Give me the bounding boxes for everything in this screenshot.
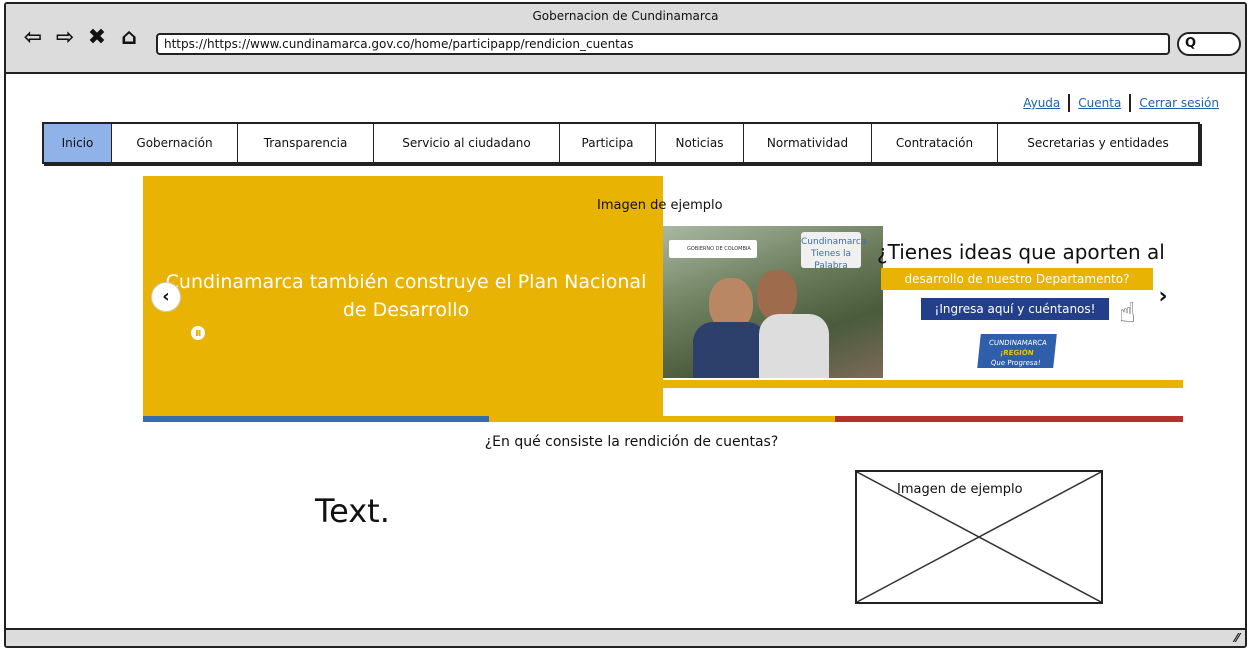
logout-link[interactable]: Cerrar sesión [1139, 96, 1219, 110]
divider [1068, 94, 1071, 112]
cundinamarca-logo: CUNDINAMARCA ¡REGIÓN Que Progresa! [977, 334, 1057, 368]
gov-badge: GOBIERNO DE COLOMBIA [669, 240, 757, 258]
search-icon: Q [1185, 36, 1197, 51]
window-title: Gobernacion de Cundinamarca [532, 9, 719, 23]
main-navigation: Inicio Gobernación Transparencia Servici… [42, 122, 1200, 164]
logo-line-1: CUNDINAMARCA [988, 339, 1048, 347]
banner-photo: GOBIERNO DE COLOMBIA Cundinamarca Tienes… [663, 226, 883, 378]
person-1-body [693, 322, 767, 378]
nav-item-secretarias[interactable]: Secretarias y entidades [998, 124, 1198, 162]
pointer-hand-icon: ☝ [1119, 296, 1137, 329]
divider [1129, 94, 1132, 112]
browser-window: Gobernacion de Cundinamarca ⇦ ⇨ ✖ ⌂ http… [4, 2, 1247, 648]
banner-cta-button[interactable]: ¡Ingresa aquí y cuéntanos! [921, 298, 1109, 320]
bar-blue [143, 416, 489, 422]
bar-yellow [489, 416, 835, 422]
nav-item-transparencia[interactable]: Transparencia [238, 124, 374, 162]
resize-grip-icon[interactable]: ⁄⁄ [1235, 631, 1239, 645]
carousel-progress-bars [143, 416, 1183, 422]
tienes-palabra-logo: Cundinamarca Tienes la Palabra [801, 232, 866, 271]
image-placeholder: Imagen de ejemplo [855, 470, 1103, 604]
help-link[interactable]: Ayuda [1023, 96, 1060, 110]
slide-background: Cundinamarca también construye el Plan N… [143, 176, 663, 422]
section-question: ¿En qué consiste la rendición de cuentas… [484, 434, 779, 450]
banner-underline [663, 380, 1183, 388]
logo-line-3: Que Progresa! [990, 359, 1042, 367]
account-link[interactable]: Cuenta [1078, 96, 1121, 110]
person-2-body [759, 314, 829, 378]
home-icon[interactable]: ⌂ [116, 26, 142, 50]
promo-banner: GOBIERNO DE COLOMBIA Cundinamarca Tienes… [663, 226, 1183, 390]
bar-red [835, 416, 1183, 422]
nav-item-servicio-ciudadano[interactable]: Servicio al ciudadano [374, 124, 560, 162]
status-bar: ⁄⁄ [6, 628, 1245, 646]
carousel-caption: Imagen de ejemplo [597, 198, 723, 213]
nav-item-normatividad[interactable]: Normatividad [744, 124, 872, 162]
person-2 [757, 270, 797, 320]
address-bar[interactable]: https://https://www.cundinamarca.gov.co/… [156, 33, 1170, 55]
top-links: Ayuda Cuenta Cerrar sesión [1023, 94, 1219, 112]
logo-line-2: ¡REGIÓN [999, 349, 1034, 357]
search-button[interactable]: Q [1177, 32, 1241, 56]
placeholder-caption: Imagen de ejemplo [897, 482, 1023, 497]
nav-item-contratacion[interactable]: Contratación [872, 124, 998, 162]
nav-item-gobernacion[interactable]: Gobernación [112, 124, 238, 162]
close-icon[interactable]: ✖ [84, 26, 110, 50]
banner-headline: ¿Tienes ideas que aporten al [877, 240, 1165, 264]
body-text: Text. [315, 492, 390, 530]
slide-title: Cundinamarca también construye el Plan N… [165, 271, 647, 321]
banner-band: desarrollo de nuestro Departamento? [881, 268, 1153, 290]
nav-item-inicio[interactable]: Inicio [44, 124, 112, 162]
nav-item-noticias[interactable]: Noticias [656, 124, 744, 162]
browser-chrome: Gobernacion de Cundinamarca ⇦ ⇨ ✖ ⌂ http… [6, 4, 1245, 74]
browser-nav-buttons: ⇦ ⇨ ✖ ⌂ [20, 26, 142, 50]
back-arrow-icon[interactable]: ⇦ [20, 26, 46, 50]
carousel-next-button[interactable]: › [1151, 282, 1175, 312]
nav-item-participa[interactable]: Participa [560, 124, 656, 162]
carousel: Cundinamarca también construye el Plan N… [143, 176, 1183, 422]
carousel-pause-icon[interactable] [191, 326, 205, 340]
carousel-prev-button[interactable]: ‹ [151, 282, 181, 312]
forward-arrow-icon[interactable]: ⇨ [52, 26, 78, 50]
